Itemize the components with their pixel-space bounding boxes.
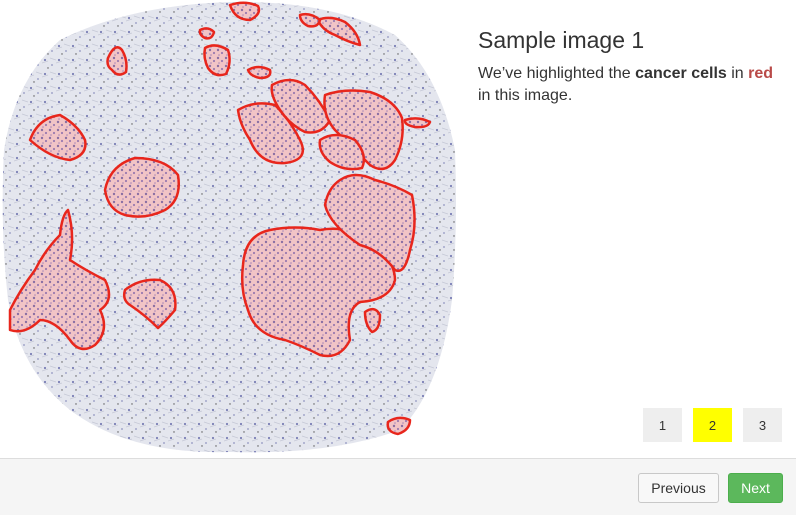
tissue-image-panel xyxy=(0,0,458,458)
sample-title: Sample image 1 xyxy=(478,27,645,53)
description-outro: in this image. xyxy=(478,87,573,104)
next-button[interactable]: Next xyxy=(728,473,783,503)
cancer-region xyxy=(386,416,412,436)
page-3-button[interactable]: 3 xyxy=(743,408,782,442)
description-intro: We’ve highlighted the xyxy=(478,65,631,82)
info-panel: Sample image 1 We’ve highlighted the can… xyxy=(458,0,796,458)
cancer-region xyxy=(103,156,180,218)
tissue-slide-image xyxy=(2,1,457,453)
page-1-button[interactable]: 1 xyxy=(643,408,682,442)
description-highlight-term: cancer cells xyxy=(635,65,727,82)
cancer-region xyxy=(198,27,216,40)
page-2-button[interactable]: 2 xyxy=(693,408,732,442)
footer-bar: Previous Next xyxy=(0,458,796,515)
description-color-word: red xyxy=(748,65,774,82)
description-middle: in xyxy=(731,65,744,82)
previous-button[interactable]: Previous xyxy=(638,473,719,503)
sample-description: We’ve highlighted the cancer cells in re… xyxy=(478,63,788,107)
cancer-region xyxy=(403,117,432,129)
